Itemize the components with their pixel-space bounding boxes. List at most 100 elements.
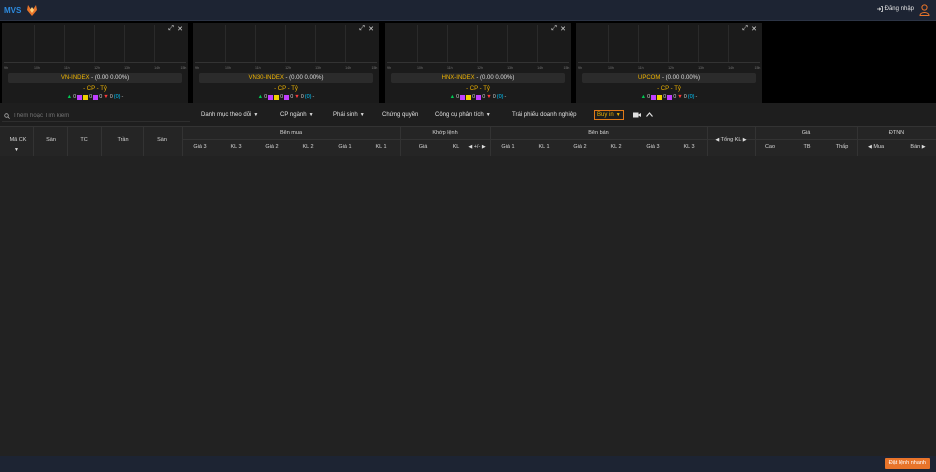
chart-time-axis: 9h 10h 11h 12h 13h 14h 15h bbox=[4, 66, 186, 71]
close-icon[interactable]: ✕ bbox=[177, 25, 183, 33]
index-name-bar[interactable]: VN-INDEX - (0.00 0.00%) bbox=[8, 73, 182, 83]
caret-down-icon: ▼ bbox=[308, 112, 314, 118]
menu-derivatives[interactable]: Phái sinh ▼ bbox=[333, 112, 365, 118]
chart-gridline bbox=[638, 25, 640, 62]
col-gia-cao[interactable]: Cao bbox=[758, 144, 782, 150]
index-change: - (0.00 0.00%) bbox=[660, 75, 701, 81]
index-name-bar[interactable]: HNX-INDEX - (0.00 0.00%) bbox=[391, 73, 565, 83]
arrow-right-icon[interactable]: ▶ bbox=[482, 144, 486, 150]
logo[interactable]: MVS bbox=[4, 5, 44, 19]
index-panel-hnx-index[interactable]: ⤢ ✕ 9h 10h 11h 12h 13h 14h 15h HNX-INDEX - (0.… bbox=[385, 23, 571, 103]
index-panel-upcom[interactable]: ⤢ ✕ 9h 10h 11h 12h 13h 14h 15h UPCOM - (0.00 0… bbox=[576, 23, 762, 103]
menu-corporate-bonds[interactable]: Trái phiếu doanh nghiệp bbox=[512, 112, 577, 118]
expand-icon[interactable]: ⤢ bbox=[551, 25, 557, 33]
quick-order-button[interactable]: Đặt lệnh nhanh bbox=[884, 458, 930, 469]
breadth-up: 0 bbox=[73, 94, 77, 100]
price-board-body bbox=[0, 156, 936, 456]
menu-warrants[interactable]: Chứng quyền bbox=[382, 112, 418, 118]
index-mini-chart[interactable] bbox=[4, 25, 186, 63]
search-box[interactable] bbox=[2, 110, 190, 122]
chart-gridline bbox=[154, 25, 156, 62]
collapse-up-icon[interactable] bbox=[646, 112, 653, 117]
close-icon[interactable]: ✕ bbox=[560, 25, 566, 33]
index-volume: - CP - Tỷ bbox=[83, 86, 107, 92]
col-tong-kl[interactable]: ◀ Tổng KL ▶ bbox=[707, 137, 755, 143]
index-breadth: ▲ 0 0 0 ▼ 0 (0) - bbox=[576, 94, 762, 100]
index-name-bar[interactable]: UPCOM - (0.00 0.00%) bbox=[582, 73, 756, 83]
menu-analysis-tools[interactable]: Công cụ phân tích ▼ bbox=[435, 112, 491, 118]
camera-icon[interactable] bbox=[633, 112, 641, 118]
ceiling-square-icon bbox=[460, 94, 466, 100]
expand-icon[interactable]: ⤢ bbox=[742, 25, 748, 33]
arrow-left-icon[interactable]: ◀ bbox=[715, 137, 719, 143]
breadth-ceil: 0 bbox=[290, 94, 294, 100]
menu-watchlist[interactable]: Danh mục theo dõi ▼ bbox=[201, 112, 258, 118]
arrow-left-icon[interactable]: ◀ bbox=[868, 144, 872, 150]
index-mini-chart[interactable] bbox=[578, 25, 760, 63]
index-change: - (0.00 0.00%) bbox=[474, 75, 515, 81]
search-input[interactable] bbox=[13, 112, 173, 119]
col-mua-kl3[interactable]: KL 3 bbox=[222, 144, 250, 150]
col-mua-gia3[interactable]: Giá 3 bbox=[186, 144, 214, 150]
col-ban-gia3[interactable]: Giá 3 bbox=[639, 144, 667, 150]
sort-down-icon[interactable]: ▼ bbox=[14, 147, 19, 153]
user-icon[interactable] bbox=[919, 4, 930, 16]
login-link[interactable]: Đăng nhập bbox=[876, 6, 914, 12]
chart-tick-label: 15h bbox=[180, 66, 187, 70]
col-ma-ck[interactable]: Mã CK bbox=[4, 137, 32, 143]
breadth-down: 0 bbox=[492, 94, 496, 100]
chart-tick-label: 10h bbox=[34, 66, 40, 70]
col-san-floor[interactable]: Sàn bbox=[151, 137, 173, 143]
col-ma-ck-label: Mã CK bbox=[9, 137, 27, 143]
col-ban-kl2[interactable]: KL 2 bbox=[602, 144, 630, 150]
col-kl-gia[interactable]: Giá bbox=[412, 144, 434, 150]
col-mua-gia1[interactable]: Giá 1 bbox=[331, 144, 359, 150]
close-icon[interactable]: ✕ bbox=[751, 25, 757, 33]
index-panel-vn30-index[interactable]: ⤢ ✕ 9h 10h 11h 12h 13h 14h 15h VN30-INDEX - (0… bbox=[193, 23, 379, 103]
col-gia-tb[interactable]: TB bbox=[795, 144, 819, 150]
col-ban-kl1[interactable]: KL 1 bbox=[530, 144, 558, 150]
index-name-bar[interactable]: VN30-INDEX - (0.00 0.00%) bbox=[199, 73, 373, 83]
col-mua-kl2[interactable]: KL 2 bbox=[294, 144, 322, 150]
index-panel-vn-index[interactable]: ⤢ ✕ 9h 10h 11h 12h 13h 14h 15h VN-INDEX - (0.0… bbox=[2, 23, 188, 103]
menu-industry-label: CP ngành bbox=[280, 112, 307, 118]
close-icon[interactable]: ✕ bbox=[368, 25, 374, 33]
col-mua-gia2[interactable]: Giá 2 bbox=[258, 144, 286, 150]
col-ban-gia2[interactable]: Giá 2 bbox=[566, 144, 594, 150]
col-nn-mua[interactable]: ◀ Mua bbox=[860, 144, 892, 150]
breadth-down: 0 bbox=[300, 94, 304, 100]
caret-down-icon: ▼ bbox=[253, 112, 259, 118]
col-tc[interactable]: TC bbox=[73, 137, 95, 143]
col-kl-change[interactable]: ◀ +/- ▶ bbox=[466, 144, 488, 150]
menu-industry[interactable]: CP ngành ▼ bbox=[280, 112, 314, 118]
col-ban-gia1[interactable]: Giá 1 bbox=[494, 144, 522, 150]
col-mua-kl1[interactable]: KL 1 bbox=[367, 144, 395, 150]
index-mini-chart[interactable] bbox=[195, 25, 377, 63]
arrow-down-icon: ▼ bbox=[103, 94, 109, 100]
group-ben-mua: Bên mua bbox=[279, 130, 302, 136]
col-gia-thap[interactable]: Thấp bbox=[830, 144, 854, 150]
index-mini-chart[interactable] bbox=[387, 25, 569, 63]
col-nn-ban[interactable]: Bán ▶ bbox=[902, 144, 934, 150]
col-kl-kl[interactable]: KL bbox=[448, 144, 464, 150]
breadth-up: 0 bbox=[647, 94, 651, 100]
chart-gridline bbox=[64, 25, 66, 62]
breadth-tail: - bbox=[121, 94, 124, 100]
breadth-ceil: 0 bbox=[482, 94, 486, 100]
chart-gridline bbox=[34, 25, 36, 62]
arrow-right-icon[interactable]: ▶ bbox=[743, 137, 747, 143]
expand-icon[interactable]: ⤢ bbox=[359, 25, 365, 33]
group-khop-lenh: Khớp lệnh bbox=[432, 130, 458, 136]
arrow-left-icon[interactable]: ◀ bbox=[468, 144, 472, 150]
arrow-right-icon[interactable]: ▶ bbox=[922, 144, 926, 150]
arrow-up-icon: ▲ bbox=[449, 94, 456, 100]
col-tran[interactable]: Trần bbox=[112, 137, 134, 143]
col-ban-kl3[interactable]: KL 3 bbox=[675, 144, 703, 150]
expand-icon[interactable]: ⤢ bbox=[168, 25, 174, 33]
breadth-down: 0 bbox=[683, 94, 687, 100]
col-tong-kl-label: Tổng KL bbox=[720, 137, 742, 143]
breadth-floor: (0) bbox=[687, 94, 695, 100]
menu-buy-in[interactable]: Buy in ▼ bbox=[594, 110, 624, 120]
col-san[interactable]: Sàn bbox=[40, 137, 62, 143]
chart-gridline bbox=[537, 25, 539, 62]
